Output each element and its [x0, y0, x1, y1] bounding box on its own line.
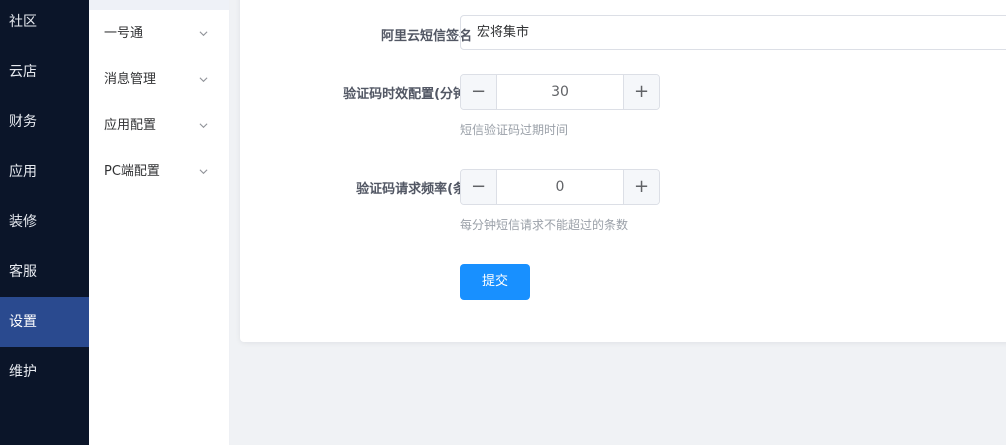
nav-item-label: 应用	[9, 164, 37, 180]
nav-item-decoration[interactable]: 装修	[0, 197, 89, 247]
submenu-item-pc-config[interactable]: PC端配置	[89, 149, 229, 195]
signature-label: 阿里云短信签名	[380, 29, 472, 44]
request-rate-hint: 每分钟短信请求不能超过的条数	[460, 218, 629, 232]
submenu-item-label: 应用配置	[104, 118, 157, 133]
submenu-item-message-management[interactable]: 消息管理	[89, 57, 229, 103]
decrement-button[interactable]: −	[461, 170, 497, 204]
submenu-item-app-config[interactable]: 应用配置	[89, 103, 229, 149]
code-expiry-label: 验证码时效配置(分钟)	[343, 87, 472, 102]
submenu-item-label: PC端配置	[104, 164, 160, 179]
request-rate-label: 验证码请求频率(条)	[356, 182, 472, 197]
chevron-down-icon	[199, 123, 208, 129]
decrement-button[interactable]: −	[461, 75, 497, 109]
nav-item-label: 客服	[9, 264, 37, 280]
increment-button[interactable]: +	[623, 170, 659, 204]
nav-item-label: 云店	[9, 64, 37, 80]
chevron-down-icon	[199, 77, 208, 83]
code-expiry-input[interactable]: 30	[497, 75, 623, 109]
submenu-item-label: 消息管理	[104, 72, 157, 87]
nav-item-label: 社区	[9, 14, 37, 30]
nav-item-cloud-store[interactable]: 云店	[0, 47, 89, 97]
increment-button[interactable]: +	[623, 75, 659, 109]
chevron-down-icon	[199, 31, 208, 37]
request-rate-input[interactable]: 0	[497, 170, 623, 204]
nav-item-community[interactable]: 社区	[0, 0, 89, 47]
code-expiry-stepper: − 30 +	[460, 74, 660, 110]
secondary-menu: 一号通 消息管理 应用配置 PC端配置	[89, 0, 230, 445]
nav-item-label: 装修	[9, 214, 37, 230]
nav-item-apps[interactable]: 应用	[0, 147, 89, 197]
nav-item-customer-service[interactable]: 客服	[0, 247, 89, 297]
code-expiry-hint: 短信验证码过期时间	[460, 123, 569, 137]
nav-item-label: 设置	[9, 314, 37, 330]
nav-item-maintenance[interactable]: 维护	[0, 347, 89, 397]
nav-item-label: 维护	[9, 364, 37, 380]
nav-item-finance[interactable]: 财务	[0, 97, 89, 147]
submenu-item-label: 一号通	[104, 26, 144, 41]
sms-settings-card: 阿里云短信签名 宏将集市 验证码时效配置(分钟) − 30 + 短信验证码过期时…	[240, 0, 1006, 342]
submenu-selected-bar	[89, 0, 229, 10]
primary-nav: 社区 云店 财务 应用 装修 客服 设置 维护	[0, 0, 89, 445]
chevron-down-icon	[199, 169, 208, 175]
nav-item-settings[interactable]: 设置	[0, 297, 89, 347]
submenu-item-yihaotong[interactable]: 一号通	[89, 11, 229, 57]
submit-button[interactable]: 提交	[460, 264, 530, 300]
signature-input[interactable]: 宏将集市	[460, 15, 1006, 50]
request-rate-stepper: − 0 +	[460, 169, 660, 205]
nav-item-label: 财务	[9, 114, 37, 130]
